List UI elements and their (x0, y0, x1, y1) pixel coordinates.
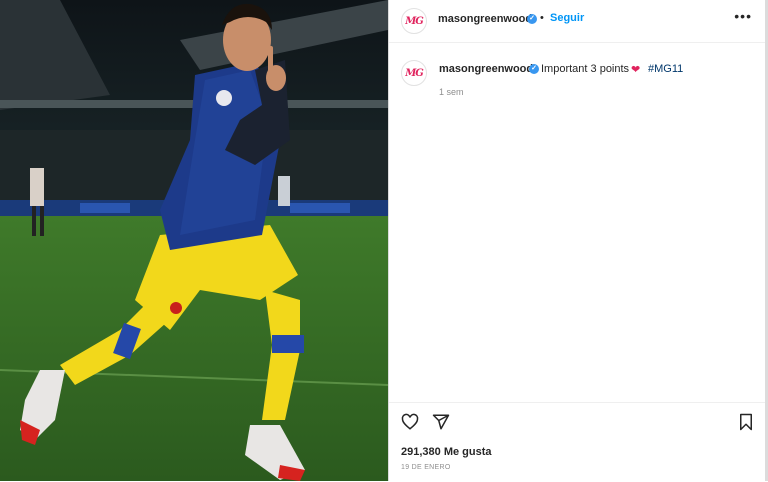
caption-text: Important 3 points (541, 63, 630, 75)
separator: • (540, 12, 544, 24)
post-time-ago[interactable]: 1 sem (439, 87, 464, 97)
avatar[interactable]: MG (401, 8, 427, 34)
verified-badge-icon: ✓ (527, 14, 537, 24)
post-date: 19 DE ENERO (401, 464, 451, 471)
like-count[interactable]: 291,380 Me gusta (401, 446, 492, 458)
verified-badge-icon: ✓ (529, 64, 539, 74)
caption-username[interactable]: masongreenwood (439, 63, 533, 75)
username[interactable]: masongreenwood (438, 13, 532, 25)
bookmark-icon[interactable] (738, 413, 754, 436)
action-bar: 291,380 Me gusta 19 DE ENERO (389, 402, 766, 482)
heart-icon[interactable] (401, 413, 419, 436)
hashtag-link[interactable]: #MG11 (648, 63, 683, 75)
post-panel: MG masongreenwood ✓ • Seguir ••• MG maso… (388, 0, 766, 481)
follow-button[interactable]: Seguir (550, 12, 584, 24)
post-header: MG masongreenwood ✓ • Seguir ••• (389, 0, 766, 43)
post-image (0, 0, 388, 481)
paper-plane-icon[interactable] (432, 413, 450, 436)
caption-avatar[interactable]: MG (401, 60, 427, 86)
more-options-icon[interactable]: ••• (734, 8, 752, 24)
red-heart-emoji: ❤ (631, 64, 641, 76)
